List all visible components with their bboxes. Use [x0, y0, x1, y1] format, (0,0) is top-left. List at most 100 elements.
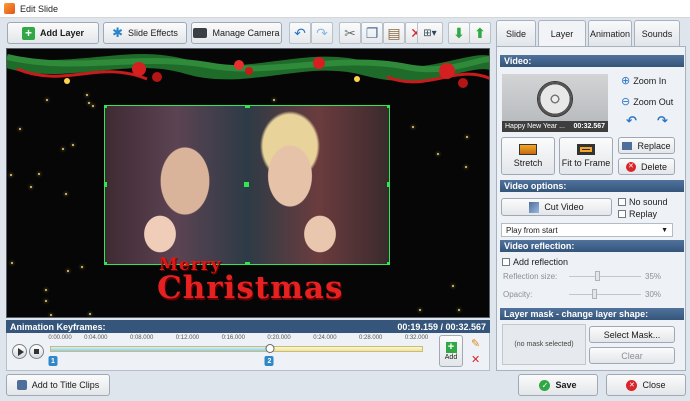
star-sparkle [18, 128, 21, 131]
star-sparkle [49, 313, 52, 316]
no-sound-box[interactable] [618, 198, 626, 206]
undo-button[interactable]: ↶ [289, 22, 311, 44]
rotate-left-icon[interactable]: ↶ [626, 113, 637, 129]
rotate-right-icon[interactable]: ↷ [657, 113, 668, 129]
add-layer-button[interactable]: + Add Layer [7, 22, 99, 44]
keyframe-marker-2[interactable]: 2 [264, 356, 274, 366]
clear-mask-button[interactable]: Clear [589, 347, 675, 364]
add-reflection-box[interactable] [502, 258, 510, 266]
holly-garland [7, 54, 489, 88]
keyframe-marker-1[interactable]: 1 [48, 356, 58, 366]
reflection-size-knob[interactable] [595, 271, 600, 281]
star-sparkle [46, 98, 49, 101]
stop-button[interactable] [29, 344, 44, 359]
delete-layer-button[interactable]: ✕ Delete [618, 158, 675, 175]
camera-icon [193, 28, 208, 38]
edit-keyframe-icon[interactable]: ✎ [471, 337, 480, 350]
video-thumbnail[interactable]: Happy New Year ... 00:32.567 [502, 74, 608, 132]
resize-handle-left[interactable] [105, 182, 107, 187]
replay-checkbox[interactable]: Replay [618, 209, 657, 219]
play-icon [18, 348, 24, 356]
align-dropdown[interactable]: ⊞▾ [417, 22, 443, 44]
opacity-knob[interactable] [592, 289, 597, 299]
select-mask-button[interactable]: Select Mask... [589, 326, 675, 343]
slide-effects-button[interactable]: ✱ Slide Effects [103, 22, 187, 44]
replay-box[interactable] [618, 210, 626, 218]
keyframes-header: Animation Keyframes: 00:19.159 / 00:32.5… [6, 320, 490, 333]
clip-name: Happy New Year ... [505, 123, 565, 130]
reflection-size-slider[interactable] [569, 276, 641, 277]
fit-to-frame-button[interactable]: Fit to Frame [559, 137, 613, 175]
close-label: Close [642, 380, 666, 390]
keyframe-track[interactable] [50, 344, 423, 353]
stop-icon [34, 349, 39, 354]
redo-button[interactable]: ↷ [311, 22, 333, 44]
opacity-value: 30% [645, 290, 662, 299]
delete-icon: ✕ [625, 161, 636, 172]
layer-mask-header: Layer mask - change layer shape: [500, 308, 684, 320]
tab-animation[interactable]: Animation [588, 20, 632, 46]
opacity-slider[interactable] [569, 294, 641, 295]
replace-label: Replace [637, 140, 671, 151]
star-sparkle [273, 99, 276, 102]
add-to-title-clips-label: Add to Title Clips [31, 380, 100, 390]
arrow-up-icon: ⬆ [474, 24, 486, 41]
play-mode-select[interactable]: Play from start ▼ [501, 223, 673, 237]
replace-button[interactable]: Replace [618, 137, 675, 154]
paste-button[interactable]: ▤ [383, 22, 405, 44]
center-point[interactable] [244, 182, 249, 187]
zoom-out-button[interactable]: ⊖ Zoom Out [621, 95, 673, 108]
move-up-button[interactable]: ⬆ [469, 22, 491, 44]
timeline-tick-label: 0:00.000 [48, 335, 72, 341]
add-icon: + [21, 26, 35, 40]
snowflake-icon: ✱ [112, 25, 124, 40]
resize-handle-top-right[interactable] [387, 106, 389, 108]
close-button[interactable]: ✕ Close [606, 374, 686, 396]
timeline-tick-label: 0:12.000 [175, 335, 200, 341]
playhead[interactable] [265, 344, 275, 353]
move-down-button[interactable]: ⬇ [448, 22, 470, 44]
add-reflection-checkbox[interactable]: Add reflection [502, 257, 568, 267]
zoom-in-button[interactable]: ⊕ Zoom In [621, 74, 666, 87]
star-sparkle [64, 192, 67, 195]
star-sparkle [88, 312, 91, 315]
resize-handle-top[interactable] [245, 106, 250, 108]
title-bar: Edit Slide [0, 0, 690, 18]
star-sparkle [29, 185, 32, 188]
delete-keyframe-icon[interactable]: ✕ [471, 353, 480, 366]
stretch-button[interactable]: Stretch [501, 137, 555, 175]
add-keyframe-icon: + [445, 341, 457, 353]
tab-layer[interactable]: Layer [538, 20, 586, 47]
resize-handle-bottom-right[interactable] [387, 262, 389, 264]
save-button[interactable]: ✓ Save [518, 374, 598, 396]
add-reflection-label: Add reflection [513, 257, 569, 267]
resize-handle-right[interactable] [387, 182, 389, 187]
star-sparkle [72, 143, 75, 146]
play-button[interactable] [12, 344, 27, 359]
no-sound-label: No sound [629, 197, 668, 207]
film-reel-icon [537, 81, 573, 117]
cut-video-button[interactable]: Cut Video [501, 198, 612, 216]
resize-handle-top-left[interactable] [105, 106, 107, 108]
add-keyframe-button[interactable]: + Add [439, 335, 463, 367]
star-sparkle [67, 270, 70, 273]
video-layer[interactable] [104, 105, 390, 265]
slide-effects-label: Slide Effects [128, 28, 178, 38]
paste-icon: ▤ [387, 24, 401, 41]
cut-button[interactable]: ✂ [339, 22, 361, 44]
resize-handle-bottom[interactable] [245, 262, 250, 264]
add-keyframe-label: Add [444, 353, 458, 361]
tab-slide[interactable]: Slide [496, 20, 536, 46]
video-section-header: Video: [500, 55, 684, 67]
copy-button[interactable]: ❐ [361, 22, 383, 44]
add-to-title-clips-button[interactable]: Add to Title Clips [6, 374, 110, 396]
resize-handle-bottom-left[interactable] [105, 262, 107, 264]
tab-sounds[interactable]: Sounds [634, 20, 680, 46]
no-sound-checkbox[interactable]: No sound [618, 197, 668, 207]
timeline-tick-label: 0:08.000 [129, 335, 154, 341]
title-clips-icon [16, 380, 27, 390]
slide-preview[interactable]: Merry Christmas [6, 48, 490, 318]
scissors-icon: ✂ [344, 24, 356, 41]
star-sparkle [451, 285, 454, 287]
manage-camera-button[interactable]: Manage Camera [191, 22, 282, 44]
